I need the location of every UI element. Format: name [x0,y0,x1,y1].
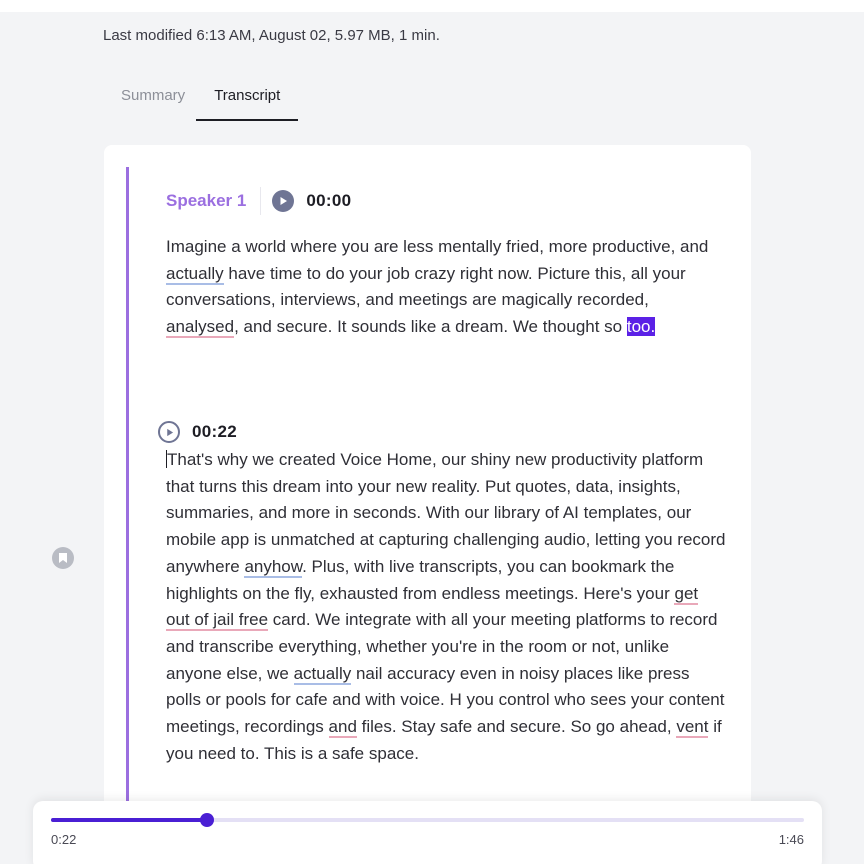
progress-handle[interactable] [200,813,215,827]
flagged-word[interactable]: actually [166,263,224,285]
segment-time[interactable]: 00:22 [192,422,237,442]
play-circle-filled-icon [280,197,288,205]
duration: 1:46 [778,832,804,847]
transcript-paragraph[interactable]: That's why we created Voice Home, our sh… [166,447,726,767]
transcript-card: Speaker 1 00:00 Imagine a world where yo… [104,145,751,845]
transcript-paragraph[interactable]: Imagine a world where you are less menta… [166,234,726,341]
tab-transcript[interactable]: Transcript [196,82,299,121]
flagged-word[interactable]: and [328,717,357,739]
audio-player: 0:22 1:46 [33,801,822,864]
text-run: Imagine a world where you are less menta… [166,237,709,256]
progress-track[interactable] [51,813,804,827]
play-circle-outline-icon [166,428,173,436]
flagged-word[interactable]: analysed [166,317,235,339]
current-word-highlight[interactable]: too. [626,317,656,337]
progress-fill [51,818,208,822]
play-segment-button[interactable] [158,421,180,443]
bookmark-icon [59,553,67,563]
text-run: files. Stay safe and secure. So go ahead… [356,717,677,737]
play-segment-button[interactable] [272,190,295,212]
flagged-word[interactable]: anyhow [244,556,303,578]
top-bar [0,0,864,12]
speaker-bar [126,167,129,845]
text-run: , and secure. It sounds like a dream. We… [234,317,627,337]
flagged-word[interactable]: vent [676,717,709,739]
tab-summary[interactable]: Summary [110,82,196,121]
segment-header: 00:22 [158,420,237,444]
tab-bar: Summary Transcript [110,82,299,122]
file-meta: Last modified 6:13 AM, August 02, 5.97 M… [103,27,440,44]
segment-time[interactable]: 00:00 [306,191,351,211]
speaker-header: Speaker 1 00:00 [166,187,351,215]
bookmark-button[interactable] [52,547,74,569]
text-run: have time to do your job crazy right now… [166,263,686,310]
speaker-name[interactable]: Speaker 1 [166,187,262,215]
current-time: 0:22 [51,832,77,847]
flagged-word[interactable]: actually [293,663,352,685]
